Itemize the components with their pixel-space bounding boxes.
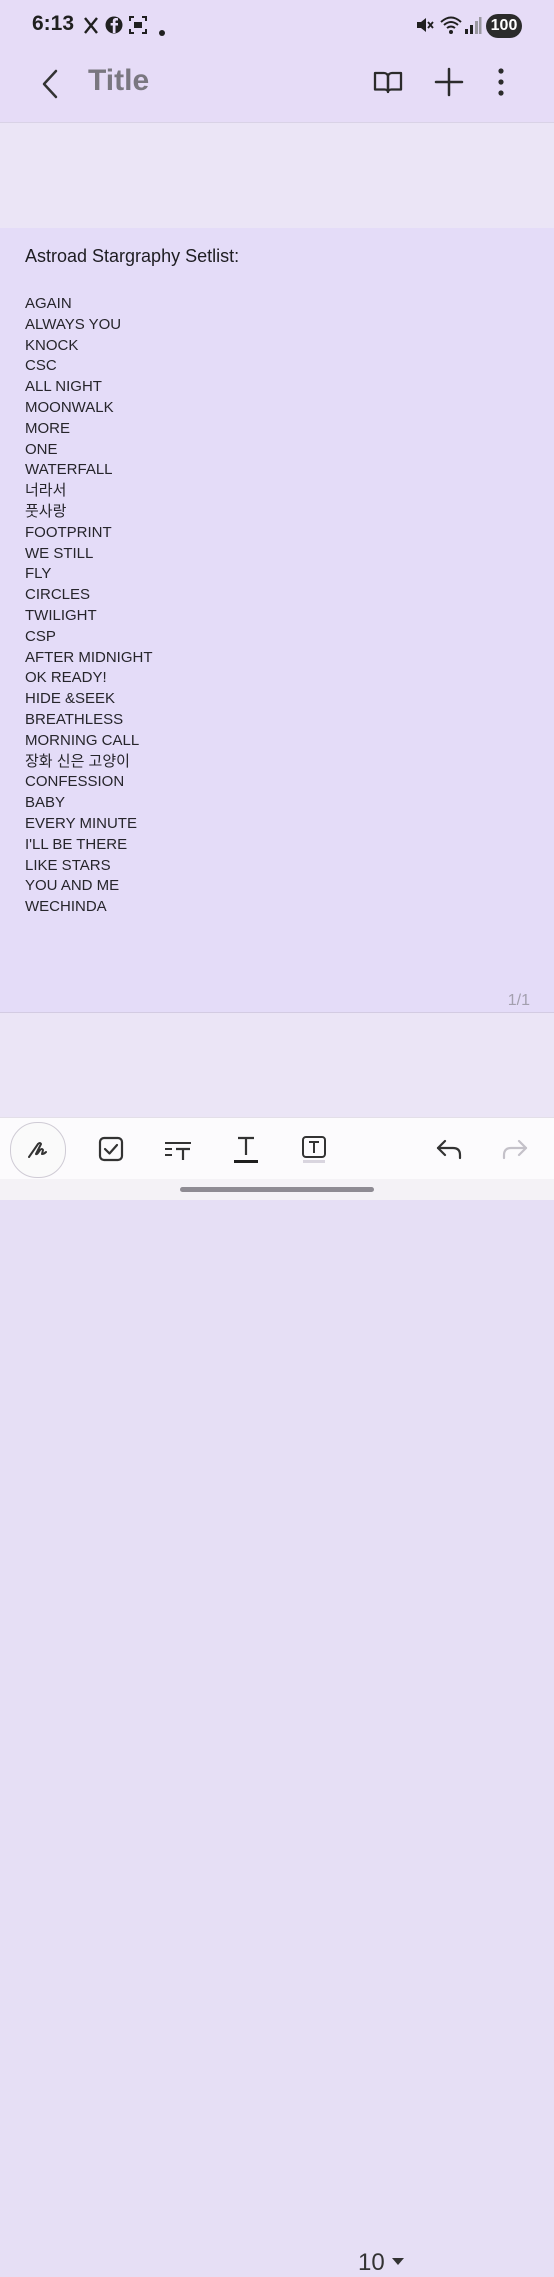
text-highlight-icon[interactable] (293, 1128, 335, 1170)
list-item: LIKE STARS (25, 856, 111, 874)
list-item: 풋사랑 (25, 502, 67, 520)
list-item: FLY (25, 565, 52, 583)
book-view-icon[interactable] (370, 64, 406, 100)
facebook-icon (105, 14, 123, 41)
add-icon[interactable] (431, 64, 467, 100)
text-color-icon[interactable] (225, 1128, 267, 1170)
list-item: 장화 신은 고양이 (25, 752, 130, 770)
signal-icon (464, 14, 482, 41)
navigation-bar (0, 1179, 554, 1200)
list-item: MOONWALK (25, 398, 114, 416)
list-item: YOU AND ME (25, 877, 120, 895)
chevron-down-icon[interactable] (392, 2258, 404, 2265)
pen-mode-icon[interactable] (10, 1122, 66, 1178)
page-bottom-margin (0, 1013, 554, 1117)
list-item: TWILIGHT (25, 606, 97, 624)
list-item: I'LL BE THERE (25, 835, 128, 853)
list-item: WE STILL (25, 544, 94, 562)
app-bar: Title (0, 52, 554, 122)
setlist: AGAIN ALWAYS YOU KNOCK CSC ALL NIGHT MOO… (25, 294, 153, 918)
page-counter: 1/1 (507, 992, 530, 1009)
note-heading: Astroad Stargraphy Setlist: (25, 246, 240, 266)
list-item: FOOTPRINT (25, 523, 112, 541)
battery-indicator: 100 (486, 14, 522, 38)
screenshot-icon (128, 14, 148, 41)
more-options-icon[interactable] (483, 64, 519, 100)
list-item: OK READY! (25, 669, 107, 687)
list-item: BREATHLESS (25, 710, 124, 728)
note-page[interactable]: Astroad Stargraphy Setlist: AGAIN ALWAYS… (0, 228, 554, 1013)
list-item: KNOCK (25, 336, 79, 354)
list-item: AGAIN (25, 295, 72, 312)
status-time: 6:13 (32, 12, 75, 35)
font-size-selector[interactable]: 10 (358, 2249, 385, 2277)
paragraph-style-icon[interactable] (157, 1128, 199, 1170)
list-item: CSC (25, 357, 57, 375)
list-item: 너라서 (25, 482, 67, 500)
checkbox-icon[interactable] (90, 1128, 132, 1170)
list-item: WATERFALL (25, 461, 113, 479)
list-item: EVERY MINUTE (25, 814, 137, 832)
x-app-icon (83, 14, 99, 41)
list-item: ALWAYS YOU (25, 315, 122, 333)
list-item: CONFESSION (25, 773, 125, 791)
formatting-toolbar: 10 (0, 1117, 554, 2276)
back-button[interactable] (34, 66, 70, 102)
list-item: WECHINDA (25, 898, 107, 916)
undo-icon[interactable] (428, 1128, 470, 1170)
list-item: ONE (25, 440, 58, 458)
mute-icon (414, 14, 434, 41)
list-item: ALL NIGHT (25, 378, 102, 396)
list-item: HIDE &SEEK (25, 690, 116, 708)
list-item: BABY (25, 794, 66, 812)
status-bar: 6:13 100 (0, 0, 554, 52)
redo-icon[interactable] (494, 1128, 536, 1170)
list-item: MORNING CALL (25, 731, 140, 749)
page-top-margin (0, 122, 554, 229)
note-title[interactable]: Title (88, 64, 149, 98)
list-item: CIRCLES (25, 586, 91, 604)
notification-dot-icon (159, 23, 165, 41)
home-indicator[interactable] (180, 1187, 374, 1192)
list-item: MORE (25, 419, 70, 437)
wifi-icon (440, 14, 462, 41)
list-item: AFTER MIDNIGHT (25, 648, 153, 666)
list-item: CSP (25, 627, 56, 645)
